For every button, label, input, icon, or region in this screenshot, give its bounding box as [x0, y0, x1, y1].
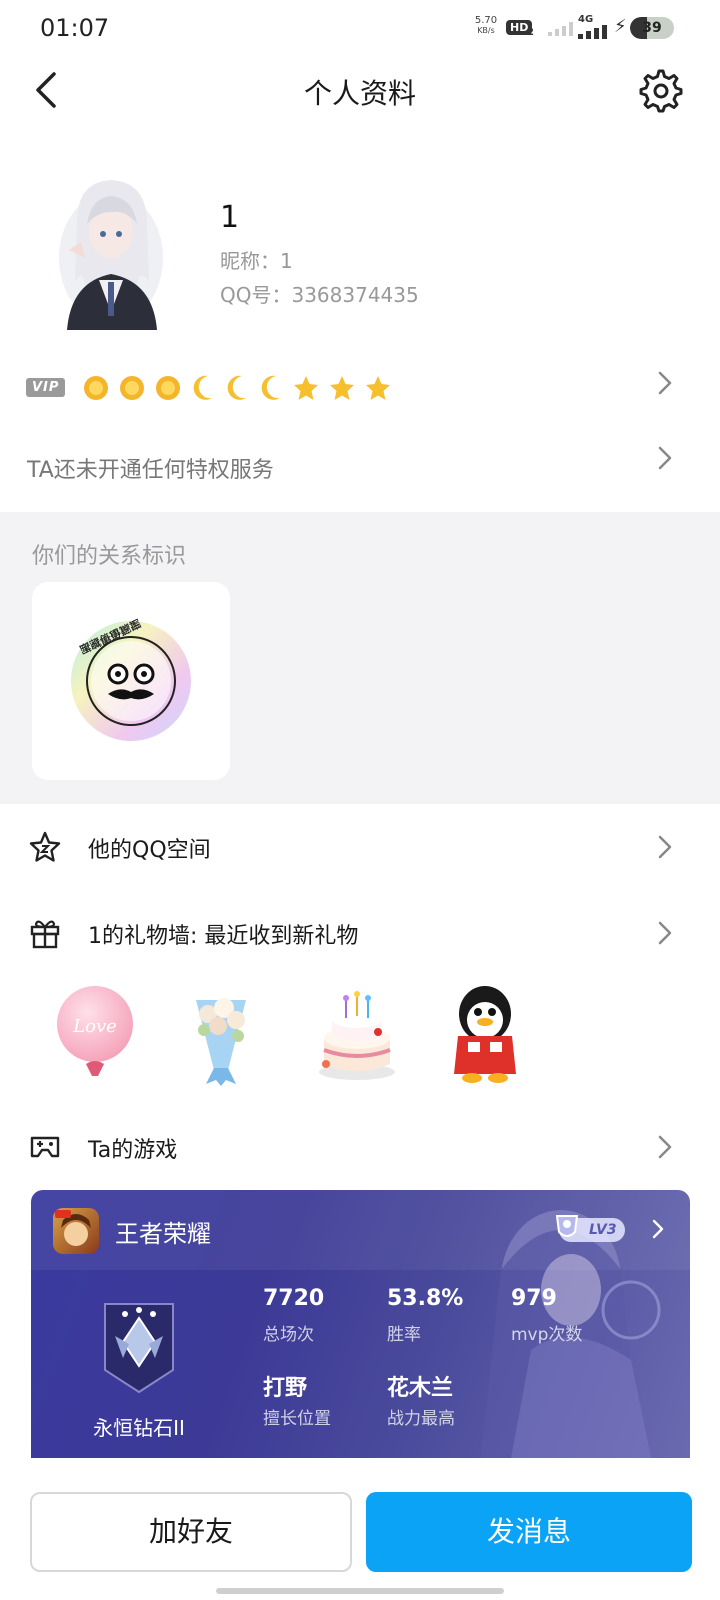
network-speed: 5.70 KB/s [472, 16, 500, 36]
home-indicator[interactable] [216, 1588, 504, 1594]
vip-badge: VIP [26, 378, 66, 397]
rank-diamond-emblem-icon [104, 1303, 174, 1394]
level-trophy-icon [555, 1215, 579, 1237]
gift-wall-label: 1的礼物墙: 最近收到新礼物 [88, 924, 359, 949]
sun-icon [84, 376, 108, 400]
moon-icon [193, 375, 212, 400]
flower-bouquet-icon[interactable] [176, 980, 266, 1086]
add-friend-button[interactable]: 加好友 [30, 1492, 352, 1572]
stat-mvp-value: 979 [511, 1286, 557, 1311]
sun-icon [156, 376, 180, 400]
chevron-right-icon [658, 371, 672, 395]
network-type: 4G [578, 14, 594, 25]
status-bar: 01:07 5.70 KB/s HD 2 4G ⚡ 39 [0, 0, 720, 56]
relation-badge-icon: 宝藏值得挖掘 宝藏值得挖掘 [71, 618, 191, 741]
profile-qq-number[interactable]: QQ号：3368374435 [220, 279, 419, 308]
stat-position-label: 擅长位置 [263, 1409, 331, 1429]
stat-hero-label: 战力最高 [387, 1409, 455, 1429]
penguin-doll-icon[interactable] [440, 980, 530, 1086]
gift-icon [30, 920, 60, 949]
network-speed-unit: KB/s [477, 26, 495, 35]
battery-icon: 39 [630, 17, 674, 39]
qzone-row[interactable]: 他的QQ空间 [0, 812, 720, 882]
gift-wall-row[interactable]: 1的礼物墙: 最近收到新礼物 [0, 898, 720, 968]
signal-icon [548, 22, 573, 36]
avatar[interactable] [57, 162, 165, 330]
stat-winrate-value: 53.8% [387, 1286, 464, 1311]
relation-badge-card[interactable]: 宝藏值得挖掘 宝藏值得挖掘 [32, 582, 230, 780]
gift-list: Love [0, 980, 720, 1090]
games-label: Ta的游戏 [88, 1138, 178, 1163]
games-row[interactable]: Ta的游戏 [0, 1112, 720, 1182]
love-balloon-icon[interactable]: Love [50, 980, 140, 1086]
qzone-star-icon [29, 831, 61, 862]
star-icon [294, 376, 318, 400]
relation-section: 你们的关系标识 宝藏值得挖掘 宝藏值得挖掘 [0, 512, 720, 804]
signal-4g-icon [578, 25, 607, 39]
profile-nickname: 昵称：1 [220, 249, 293, 273]
stat-mvp-label: mvp次数 [511, 1325, 583, 1345]
balloon-text: Love [72, 1016, 117, 1037]
status-time: 01:07 [40, 14, 110, 42]
battery-level: 39 [642, 20, 662, 36]
star-icon [330, 376, 354, 400]
game-card[interactable]: 王者荣耀 LV3 永恒钻石II 7720 总场次 53.8% 胜率 979 mv… [31, 1190, 690, 1458]
moon-icon [261, 375, 280, 400]
profile-name: 1 [220, 200, 240, 235]
stat-position-value: 打野 [263, 1376, 308, 1401]
chevron-right-icon [658, 921, 672, 945]
rank-name: 永恒钻石II [93, 1416, 185, 1440]
vip-level-row[interactable]: VIP [0, 362, 720, 418]
privilege-row[interactable]: TA还未开通任何特权服务 [0, 440, 720, 496]
game-name: 王者荣耀 [115, 1220, 211, 1248]
page-title: 个人资料 [303, 77, 416, 110]
gear-icon[interactable] [638, 68, 684, 114]
stat-matches-value: 7720 [263, 1286, 325, 1311]
gamepad-icon [30, 1136, 60, 1158]
stat-matches-label: 总场次 [263, 1325, 314, 1345]
qzone-label: 他的QQ空间 [88, 838, 211, 863]
hd-badge-sub: 2 [527, 27, 534, 38]
privilege-text: TA还未开通任何特权服务 [27, 458, 274, 483]
network-speed-value: 5.70 [474, 15, 498, 26]
chevron-right-icon [658, 446, 672, 470]
star-icon [366, 376, 390, 400]
send-message-button[interactable]: 发消息 [366, 1492, 692, 1572]
birthday-cake-icon[interactable] [312, 980, 402, 1086]
stat-hero-value: 花木兰 [387, 1376, 454, 1401]
sun-icon [120, 376, 144, 400]
chevron-right-icon [658, 1135, 672, 1159]
stat-winrate-label: 胜率 [387, 1325, 421, 1345]
moon-icon [227, 375, 246, 400]
honor-of-kings-app-icon [53, 1208, 99, 1254]
chevron-right-icon [652, 1219, 664, 1239]
chevron-right-icon [658, 835, 672, 859]
relation-title: 你们的关系标识 [32, 544, 187, 569]
charging-icon: ⚡ [614, 16, 627, 37]
